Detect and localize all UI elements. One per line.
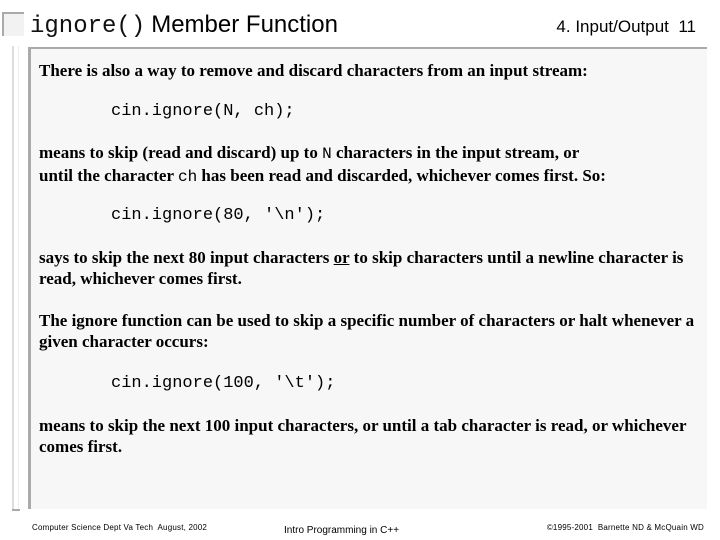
paragraph-explanation-2: says to skip the next 80 input character… xyxy=(39,247,704,289)
page-number: 11 xyxy=(678,17,696,36)
text-line: given character occurs: xyxy=(39,332,209,351)
left-rule-decoration xyxy=(12,46,20,511)
text-segment: has been read and discarded, whichever c… xyxy=(197,166,606,185)
code-example-3: cin.ignore(100, '\t'); xyxy=(111,374,336,393)
footer-left: Computer Science Dept Va Tech August, 20… xyxy=(32,523,208,532)
title-code: ignore() xyxy=(30,13,146,40)
underlined-or: or xyxy=(333,248,350,267)
inline-code-n: N xyxy=(322,145,332,163)
footer-center: Intro Programming in C++ xyxy=(284,525,400,536)
paragraph-explanation-1: means to skip (read and discard) up to N… xyxy=(39,142,704,188)
footer-right: ©1995-2001 Barnette ND & McQuain WD xyxy=(546,523,704,532)
text-segment: characters in the input stream, or xyxy=(331,143,580,162)
text-segment: says to skip the next 80 input character… xyxy=(39,248,334,267)
corner-decoration xyxy=(2,12,24,36)
content-box: There is also a way to remove and discar… xyxy=(28,47,707,509)
text-line: means to skip the next 100 input charact… xyxy=(39,416,687,435)
code-example-2: cin.ignore(80, '\n'); xyxy=(111,206,326,225)
paragraph-ignore-function: The ignore function can be used to skip … xyxy=(39,310,704,352)
code-example-1: cin.ignore(N, ch); xyxy=(111,102,295,121)
slide-title: ignore() Member Function xyxy=(30,10,338,40)
text-segment: means to skip (read and discard) up to xyxy=(39,143,323,162)
paragraph-explanation-3: means to skip the next 100 input charact… xyxy=(39,415,704,457)
title-text: Member Function xyxy=(151,11,338,38)
text-segment: until the character xyxy=(39,166,178,185)
chapter-label: 4. Input/Output xyxy=(556,17,669,36)
inline-code-ch: ch xyxy=(177,168,198,186)
chapter-heading: 4. Input/Output 11 xyxy=(556,17,696,37)
text-line: comes first. xyxy=(39,437,123,456)
text-line: The ignore function can be used to skip … xyxy=(39,311,695,330)
text-segment: read, whichever comes first. xyxy=(39,269,242,288)
paragraph-intro: There is also a way to remove and discar… xyxy=(39,61,588,80)
text-segment: to skip characters until a newline chara… xyxy=(349,248,684,267)
